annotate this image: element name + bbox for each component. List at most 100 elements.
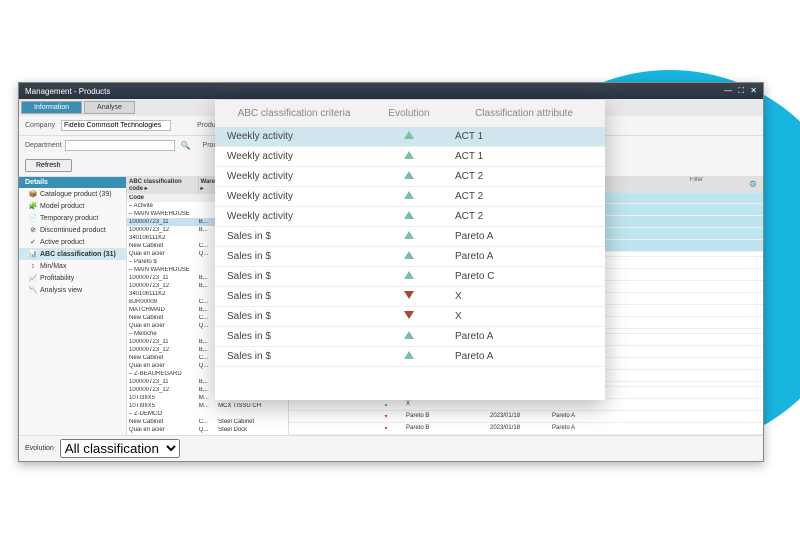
overlay-attribute: X [449,311,599,322]
triangle-down-icon [404,311,414,319]
department-input[interactable] [65,140,175,151]
overlay-row[interactable]: Sales in $ Pareto A [215,227,605,247]
overlay-criteria: Weekly activity [219,211,369,222]
minimize-icon[interactable]: — [724,86,732,95]
tree-header-code[interactable]: ABC classification code ▸ [127,177,199,194]
sidebar-icon: 📈 [29,274,37,282]
triangle-up-icon [404,251,414,259]
sidebar-icon: 📦 [29,190,37,198]
overlay-row[interactable]: Weekly activity ACT 2 [215,187,605,207]
overlay-attribute: X [449,291,599,302]
sidebar-label: Analysis view [40,287,82,294]
overlay-attribute: Pareto A [449,351,599,362]
overlay-attribute: Pareto C [449,271,599,282]
sidebar-icon: 📉 [29,286,37,294]
sidebar-icon: ✓ [29,238,37,246]
grid-row[interactable]: ▾Pareto B2023/01/18Pareto A [289,423,763,435]
overlay-row[interactable]: Sales in $Pareto A [215,247,605,267]
sidebar-label: Temporary product [40,215,98,222]
overlay-criteria: Weekly activity [219,151,369,162]
maximize-icon[interactable]: ⛶ [738,86,744,95]
overlay-criteria: Sales in $ [219,271,369,282]
grid-row[interactable]: ▴X [289,399,763,411]
overlay-body: Weekly activity ACT 1 Weekly activity ACT 1… [215,127,605,367]
overlay-criteria: Sales in $ [219,311,369,322]
sidebar-item[interactable]: 📉Analysis view [19,284,126,296]
evolution-select[interactable]: All classification changes [60,439,180,458]
triangle-up-icon [404,191,414,199]
sidebar-icon: 📄 [29,214,37,222]
sidebar-icon: 🧩 [29,202,37,210]
sidebar-item[interactable]: 📦Catalogue product (39) [19,188,126,200]
triangle-up-icon [404,331,414,339]
overlay-criteria: Weekly activity [219,131,369,142]
triangle-up-icon [404,131,414,139]
sidebar-label: Min/Max [40,263,66,270]
overlay-attribute: Pareto A [449,231,599,242]
sidebar-item[interactable]: ✓Active product [19,236,126,248]
overlay-row[interactable]: Weekly activityACT 2 [215,167,605,187]
triangle-down-icon [404,291,414,299]
sidebar-icon: 📊 [29,250,37,258]
sidebar-label: Model product [40,203,84,210]
sidebar-list: 📦Catalogue product (39)🧩Model product📄Te… [19,188,126,296]
tree-row[interactable]: 10TI9IIX5M...MCX TISSU CH [127,402,288,410]
overlay-header: ABC classification criteria Evolution Cl… [215,100,605,127]
sidebar-label: ABC classification (31) [40,251,116,258]
grid-row[interactable]: ▾Pareto B2023/01/18Pareto A [289,411,763,423]
department-label: Department [25,142,62,149]
window-controls: — ⛶ ✕ [720,86,757,96]
triangle-up-icon [404,231,414,239]
sidebar-item[interactable]: ↕Min/Max [19,260,126,272]
sidebar-label: Catalogue product (39) [40,191,112,198]
triangle-up-icon [404,211,414,219]
overlay-attribute: ACT 2 [449,191,599,202]
tree-row[interactable]: New CabinetC...Steel Cabinet [127,418,288,426]
sidebar: Details 📦Catalogue product (39)🧩Model pr… [19,177,127,435]
overlay-row[interactable]: Sales in $Pareto A [215,327,605,347]
close-icon[interactable]: ✕ [750,86,757,95]
overlay-row[interactable]: Sales in $ Pareto C [215,267,605,287]
evolution-label: Evolution [25,445,54,452]
overlay-attribute: ACT 2 [449,171,599,182]
overlay-row[interactable]: Weekly activity ACT 1 [215,147,605,167]
tree-row[interactable]: – Z-DEMCO [127,410,288,418]
overlay-criteria: Sales in $ [219,351,369,362]
sidebar-label: Profitability [40,275,74,282]
overlay-attribute: Pareto A [449,331,599,342]
overlay-row[interactable]: Weekly activity ACT 1 [215,127,605,147]
refresh-button[interactable]: Refresh [25,159,72,172]
overlay-criteria: Weekly activity [219,191,369,202]
overlay-h-attribute[interactable]: Classification attribute [449,108,599,119]
tab-information[interactable]: Information [21,101,82,114]
sidebar-item[interactable]: ⊘Discontinued product [19,224,126,236]
tab-analyse[interactable]: Analyse [84,101,135,114]
overlay-h-evolution[interactable]: Evolution [369,108,449,119]
dept-search-icon[interactable]: 🔍 [181,141,191,150]
sidebar-item[interactable]: 📊ABC classification (31) [19,248,126,260]
evolution-row: Evolution All classification changes [19,435,763,461]
overlay-panel: ABC classification criteria Evolution Cl… [215,100,605,400]
overlay-attribute: ACT 2 [449,211,599,222]
overlay-h-criteria[interactable]: ABC classification criteria [219,108,369,119]
overlay-attribute: ACT 1 [449,151,599,162]
overlay-row[interactable]: Weekly activity ACT 2 [215,207,605,227]
overlay-attribute: Pareto A [449,251,599,262]
sidebar-icon: ↕ [29,262,37,270]
overlay-attribute: ACT 1 [449,131,599,142]
overlay-criteria: Sales in $ [219,231,369,242]
triangle-up-icon [404,171,414,179]
overlay-row[interactable]: Sales in $ Pareto A [215,347,605,367]
overlay-row[interactable]: Sales in $X [215,287,605,307]
sidebar-label: Discontinued product [40,227,106,234]
gear-icon[interactable]: ⚙ [749,179,757,190]
company-input[interactable] [61,120,171,131]
sidebar-item[interactable]: 📄Temporary product [19,212,126,224]
sidebar-item[interactable]: 📈Profitability [19,272,126,284]
company-label: Company [25,122,55,129]
triangle-up-icon [404,351,414,359]
sidebar-item[interactable]: 🧩Model product [19,200,126,212]
window-title: Management - Products [25,87,110,96]
overlay-row[interactable]: Sales in $ X [215,307,605,327]
tree-row[interactable]: Quai en acierQ...Steel Dock [127,426,288,434]
